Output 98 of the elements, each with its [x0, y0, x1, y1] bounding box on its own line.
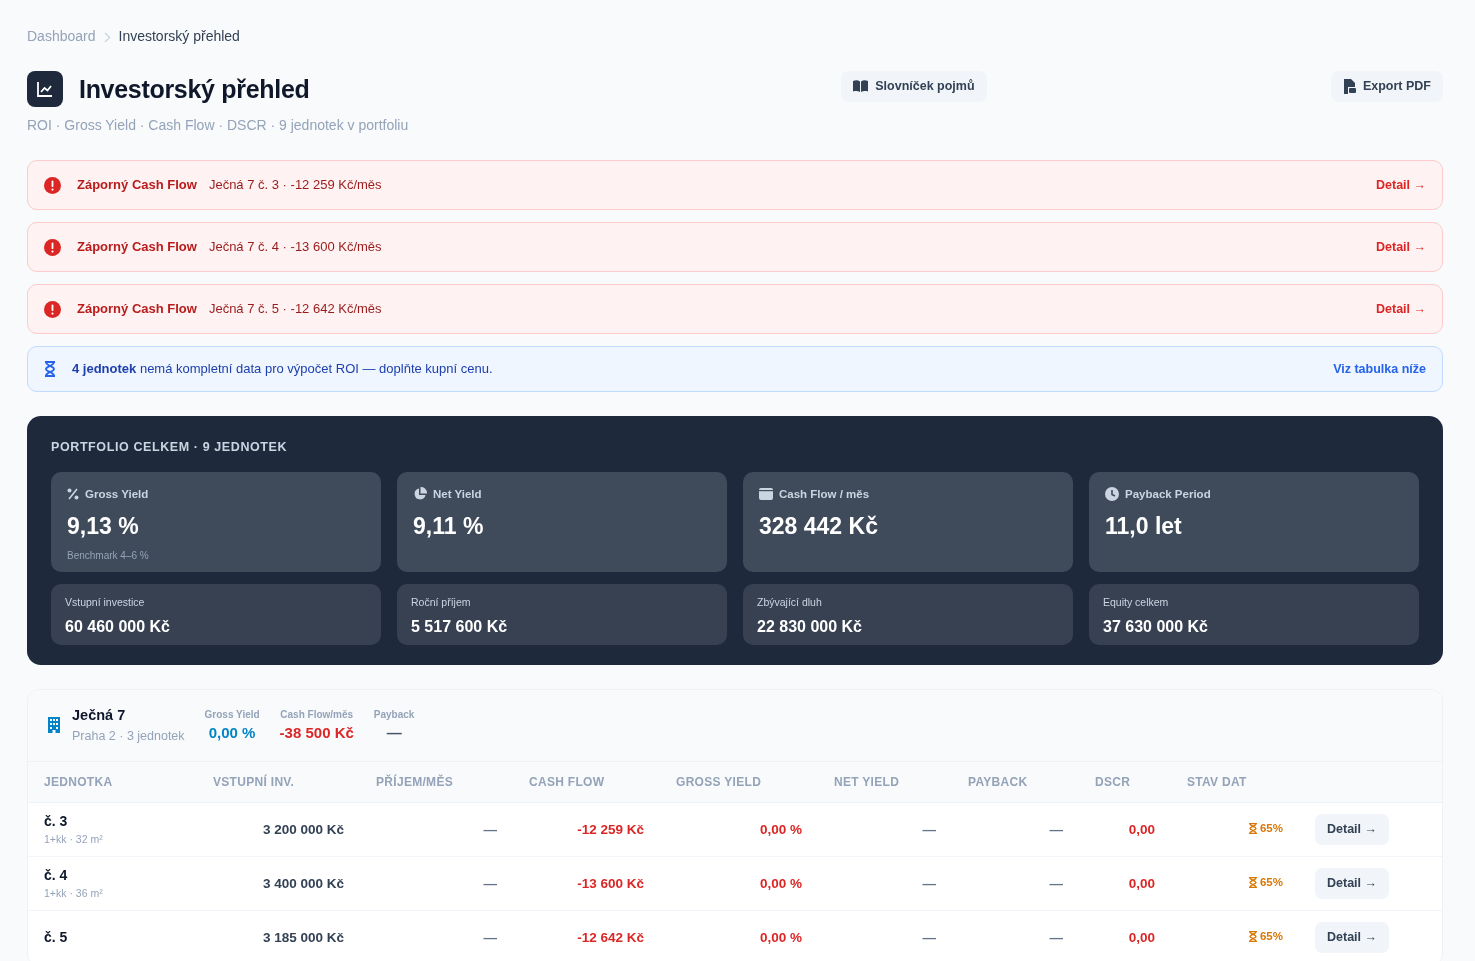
building-name: Ječná 7 [72, 706, 127, 725]
column-header: DSCR [1079, 761, 1171, 803]
column-header: VSTUPNÍ INV. [197, 761, 360, 803]
column-header: GROSS YIELD [660, 761, 818, 803]
kpi-value: 9,11 % [413, 512, 485, 541]
table-cell: — [1049, 875, 1063, 891]
table-link[interactable]: Viz tabulka níže [1333, 359, 1426, 379]
hourglass-icon [44, 361, 56, 377]
hourglass-icon [1248, 930, 1257, 942]
detail-link[interactable]: Detail → [1376, 175, 1426, 195]
total-value: 22 830 000 Kč [757, 616, 863, 637]
glossary-button[interactable]: Slovníček pojmů [841, 71, 987, 102]
table-cell: — [483, 821, 497, 837]
table-cell: 0,00 % [759, 821, 802, 837]
table-cell: -13 600 Kč [577, 875, 644, 891]
clock-icon [1105, 487, 1119, 502]
column-header: STAV DAT [1171, 761, 1299, 803]
unit-name: č. 4 [44, 866, 69, 886]
alert-title: Záporný Cash Flow [77, 238, 197, 257]
kpi-value: 9,13 % [67, 512, 140, 541]
total-label: Zbývající dluh [757, 594, 823, 610]
data-status: 65% [1259, 820, 1283, 836]
table-cell: — [922, 821, 936, 837]
column-header: PAYBACK [952, 761, 1079, 803]
detail-button[interactable]: Detail → [1315, 922, 1389, 954]
column-header: NET YIELD [818, 761, 952, 803]
warning-icon [44, 300, 61, 318]
warning-icon [44, 238, 61, 256]
column-header: CASH FLOW [513, 761, 660, 803]
total-value: 5 517 600 Kč [411, 616, 509, 637]
kpi-label: Cash Flow / měs [779, 486, 870, 502]
building-icon [48, 717, 60, 734]
stat-value: — [385, 722, 403, 743]
unit-detail: 1+kk · 32 m² [44, 832, 104, 848]
total-value: 60 460 000 Kč [65, 616, 171, 637]
stat-value: -38 500 Kč [279, 722, 354, 743]
data-status: 65% [1259, 874, 1283, 890]
table-cell: — [483, 875, 497, 891]
unit-name: č. 5 [44, 928, 69, 948]
detail-link[interactable]: Detail → [1376, 299, 1426, 319]
column-header: JEDNOTKA [28, 761, 197, 803]
kpi-value: 11,0 let [1105, 512, 1183, 541]
stat-label: Payback [373, 707, 415, 722]
kpi-label: Payback Period [1125, 486, 1211, 502]
table-cell: — [922, 875, 936, 891]
kpi-label: Gross Yield [85, 486, 149, 502]
chart-icon [27, 71, 63, 107]
unit-name: č. 3 [44, 812, 69, 832]
alert-text: Ječná 7 č. 5 · -12 642 Kč/měs [208, 300, 382, 319]
table-cell: — [1049, 821, 1063, 837]
kpi-value: 328 442 Kč [759, 512, 879, 541]
warning-icon [44, 176, 61, 194]
hourglass-icon [1248, 822, 1257, 834]
detail-button[interactable]: Detail → [1315, 814, 1389, 846]
table-cell: 0,00 [1128, 821, 1155, 837]
panel-heading: PORTFOLIO CELKEM · 9 JEDNOTEK [51, 439, 289, 456]
pie-chart-icon [413, 487, 427, 502]
table-cell: 0,00 % [759, 875, 802, 891]
detail-link[interactable]: Detail → [1376, 237, 1426, 257]
table-cell: — [1049, 929, 1063, 945]
alert-text: Ječná 7 č. 4 · -13 600 Kč/měs [208, 238, 382, 257]
total-label: Roční příjem [411, 594, 472, 610]
kpi-note: Benchmark 4–6 % [67, 548, 150, 563]
kpi-label: Net Yield [433, 486, 482, 502]
alert-title: Záporný Cash Flow [77, 176, 197, 195]
table-cell: — [922, 929, 936, 945]
wallet-icon [759, 488, 773, 501]
table-cell: -12 642 Kč [577, 929, 644, 945]
export-button[interactable]: Export PDF [1330, 71, 1443, 102]
alert-text: Ječná 7 č. 3 · -12 259 Kč/měs [208, 176, 382, 195]
document-icon [1342, 78, 1356, 94]
table-cell: — [483, 929, 497, 945]
total-value: 37 630 000 Kč [1103, 616, 1209, 637]
table-cell: 0,00 [1128, 875, 1155, 891]
stat-label: Gross Yield [204, 707, 260, 722]
table-cell: -12 259 Kč [577, 821, 644, 837]
alert-title: Záporný Cash Flow [77, 300, 197, 319]
breadcrumb-current: Investorský přehled [118, 27, 240, 46]
percent-icon [67, 488, 79, 501]
stat-label: Cash Flow/měs [279, 707, 354, 722]
unit-detail: 1+kk · 36 m² [44, 886, 104, 902]
stat-value: 0,00 % [207, 722, 257, 743]
table-cell: 3 400 000 Kč [262, 875, 344, 891]
table-cell: 0,00 [1128, 929, 1155, 945]
total-label: Vstupní investice [65, 594, 146, 610]
data-status: 65% [1259, 928, 1283, 944]
total-label: Equity celkem [1103, 594, 1170, 610]
alert-text: 4 jednotek nemá kompletní data pro výpočet ROI — doplňte kupní cenu. [72, 360, 493, 379]
building-subtitle: Praha 2 · 3 jednotek [72, 727, 185, 745]
page-subtitle: ROI · Gross Yield · Cash Flow · DSCR · 9 jednotek v portfoliu [27, 116, 409, 135]
book-icon [853, 80, 869, 93]
table-cell: 3 185 000 Kč [262, 929, 344, 945]
detail-button[interactable]: Detail → [1315, 868, 1389, 900]
table-cell: 0,00 % [759, 929, 802, 945]
column-header: PŘÍJEM/MĚS [360, 761, 513, 803]
hourglass-icon [1248, 876, 1257, 888]
table-cell: 3 200 000 Kč [262, 821, 344, 837]
page-title: Investorský přehled [79, 74, 310, 104]
